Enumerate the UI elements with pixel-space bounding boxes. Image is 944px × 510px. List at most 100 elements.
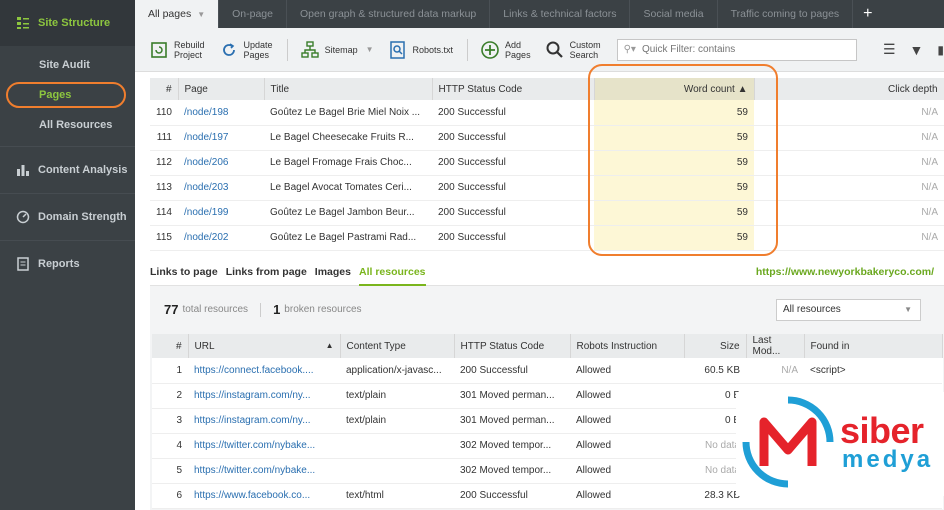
sidebar-header[interactable]: Site Structure xyxy=(0,0,135,46)
site-structure-icon xyxy=(17,17,29,29)
cell-url[interactable]: https://instagram.com/ny... xyxy=(188,383,340,409)
cell-title: Goûtez Le Bagel Jambon Beur... xyxy=(264,200,432,226)
sidebar-item-reports[interactable]: Reports xyxy=(0,240,135,287)
cell-url[interactable]: https://twitter.com/nybake... xyxy=(188,433,340,459)
sidebar-item-domain-strength[interactable]: Domain Strength xyxy=(0,193,135,240)
tab-social-media[interactable]: Social media xyxy=(630,0,718,28)
broken-label: broken resources xyxy=(284,304,362,315)
sidebar-item-site-audit[interactable]: Site Audit xyxy=(0,50,135,80)
resource-type-select[interactable]: All resources ▼ xyxy=(776,299,921,321)
table-row[interactable]: 1 https://connect.facebook.... application… xyxy=(152,358,942,384)
table-row[interactable]: 113/node/203 Le Bagel Avocat Tomates Ceri… xyxy=(150,175,944,201)
tab-links-from-page[interactable]: Links from page xyxy=(226,258,307,286)
col-header-size[interactable]: Size xyxy=(684,334,747,358)
rebuild-icon xyxy=(149,40,169,60)
quick-filter[interactable]: ⚲▾ xyxy=(616,38,857,61)
col-header-title[interactable]: Title xyxy=(264,78,433,100)
cell-content-type xyxy=(340,433,454,459)
cell-index: 113 xyxy=(150,175,178,201)
sidebar-item-content-analysis[interactable]: Content Analysis xyxy=(0,146,135,193)
cell-page[interactable]: /node/206 xyxy=(178,150,264,176)
cell-last-modified: N/A xyxy=(746,358,804,384)
table-row[interactable]: 112/node/206 Le Bagel Fromage Frais Choc.… xyxy=(150,150,944,176)
robots-txt-button[interactable]: Robots.txt xyxy=(388,40,453,60)
cell-url[interactable]: https://twitter.com/nybake... xyxy=(188,458,340,484)
col-header-url[interactable]: URL ▲ xyxy=(188,334,341,358)
rebuild-label-line2: Project xyxy=(174,49,203,60)
toolbar: Rebuild Project Update Pages Sitemap ▼ Rob… xyxy=(135,28,944,72)
quick-filter-input[interactable] xyxy=(641,44,842,55)
col-header-content-type[interactable]: Content Type xyxy=(340,334,455,358)
cell-url[interactable]: https://instagram.com/ny... xyxy=(188,408,340,434)
table-row[interactable]: 111/node/197 Le Bagel Cheesecake Fruits R… xyxy=(150,125,944,151)
cell-http-status: 301 Moved perman... xyxy=(454,383,570,409)
tab-links-technical[interactable]: Links & technical factors xyxy=(490,0,631,28)
update-label-line2: Pages xyxy=(243,49,270,60)
cell-url[interactable]: https://connect.facebook.... xyxy=(188,358,340,384)
cell-page[interactable]: /node/199 xyxy=(178,200,264,226)
tab-traffic[interactable]: Traffic coming to pages xyxy=(718,0,854,28)
table-row[interactable]: 115/node/202 Goûtez Le Bagel Pastrami Rad… xyxy=(150,225,944,251)
sidebar-item-label: Content Analysis xyxy=(38,164,128,176)
col-header-found-in[interactable]: Found in xyxy=(804,334,943,358)
sidebar-item-label: Domain Strength xyxy=(38,211,127,223)
custom-label-line1: Custom xyxy=(569,39,601,50)
col-header-status[interactable]: HTTP Status Code xyxy=(432,78,595,100)
list-view-icon[interactable]: ☰ xyxy=(883,41,896,58)
sidebar-item-all-resources[interactable]: All Resources xyxy=(0,110,135,140)
tab-all-resources[interactable]: All resources xyxy=(358,258,426,286)
table-row[interactable]: 110/node/198 Goûtez Le Bagel Brie Miel No… xyxy=(150,100,944,126)
sidebar-item-label: Reports xyxy=(38,258,80,270)
col-header-http-status[interactable]: HTTP Status Code xyxy=(454,334,571,358)
cell-title: Goûtez Le Bagel Brie Miel Noix ... xyxy=(264,100,432,126)
col-header-last-modified[interactable]: Last Mod... xyxy=(746,334,805,358)
table-header-row: # URL ▲ Content Type HTTP Status Code Rob… xyxy=(152,334,943,358)
cell-http-status: 301 Moved perman... xyxy=(454,408,570,434)
gauge-icon xyxy=(16,210,30,224)
report-icon xyxy=(17,257,29,271)
cell-title: Le Bagel Fromage Frais Choc... xyxy=(264,150,432,176)
chevron-down-icon[interactable]: ▼ xyxy=(366,45,374,55)
cell-url[interactable]: https://www.facebook.co... xyxy=(188,483,340,509)
rebuild-project-button[interactable]: Rebuild Project xyxy=(149,40,205,60)
cell-found-in: <script> xyxy=(804,358,942,384)
table-row[interactable]: 114/node/199 Goûtez Le Bagel Jambon Beur.… xyxy=(150,200,944,226)
update-pages-button[interactable]: Update Pages xyxy=(219,40,273,60)
cell-page[interactable]: /node/203 xyxy=(178,175,264,201)
summary-divider xyxy=(260,302,262,317)
add-pages-button[interactable]: Add Pages xyxy=(480,40,531,60)
cell-index: 3 xyxy=(152,408,188,434)
tab-images[interactable]: Images xyxy=(315,258,351,286)
col-header-index[interactable]: # xyxy=(150,78,179,100)
sitemap-icon xyxy=(300,40,320,60)
cell-click-depth: N/A xyxy=(754,225,944,251)
siber-medya-logo: siber medya xyxy=(736,392,944,496)
filter-funnel-icon[interactable]: ▼ xyxy=(910,42,924,58)
custom-search-button[interactable]: Custom Search xyxy=(545,40,601,60)
add-tab-icon[interactable]: + xyxy=(853,0,882,28)
total-label: total resources xyxy=(182,304,249,315)
cell-status: 200 Successful xyxy=(432,175,594,201)
cell-index: 115 xyxy=(150,225,178,251)
col-header-click-depth[interactable]: Click depth xyxy=(754,78,944,100)
sitemap-button[interactable]: Sitemap ▼ xyxy=(300,40,374,60)
cell-robots: Allowed xyxy=(570,408,684,434)
cell-title: Le Bagel Cheesecake Fruits R... xyxy=(264,125,432,151)
custom-label-line2: Search xyxy=(569,49,599,60)
col-header-robots[interactable]: Robots Instruction xyxy=(570,334,685,358)
pages-table: # Page Title HTTP Status Code Word count… xyxy=(150,78,944,251)
tab-on-page[interactable]: On-page xyxy=(219,0,287,28)
column-settings-icon[interactable]: ▮ xyxy=(937,43,944,57)
col-header-index[interactable]: # xyxy=(152,334,189,358)
cell-page[interactable]: /node/197 xyxy=(178,125,264,151)
rebuild-label: Rebuild Project xyxy=(174,40,205,60)
tab-links-to-page[interactable]: Links to page xyxy=(150,258,218,286)
site-link[interactable]: https://www.newyorkbakeryco.com/ xyxy=(756,266,934,278)
tab-open-graph[interactable]: Open graph & structured data markup xyxy=(287,0,491,28)
tab-all-pages[interactable]: All pages ▼ xyxy=(135,0,220,28)
bar-chart-icon xyxy=(17,165,29,176)
cell-page[interactable]: /node/198 xyxy=(178,100,264,126)
filter-search-icon[interactable]: ⚲▾ xyxy=(624,44,636,55)
cell-page[interactable]: /node/202 xyxy=(178,225,264,251)
col-header-page[interactable]: Page xyxy=(178,78,265,100)
